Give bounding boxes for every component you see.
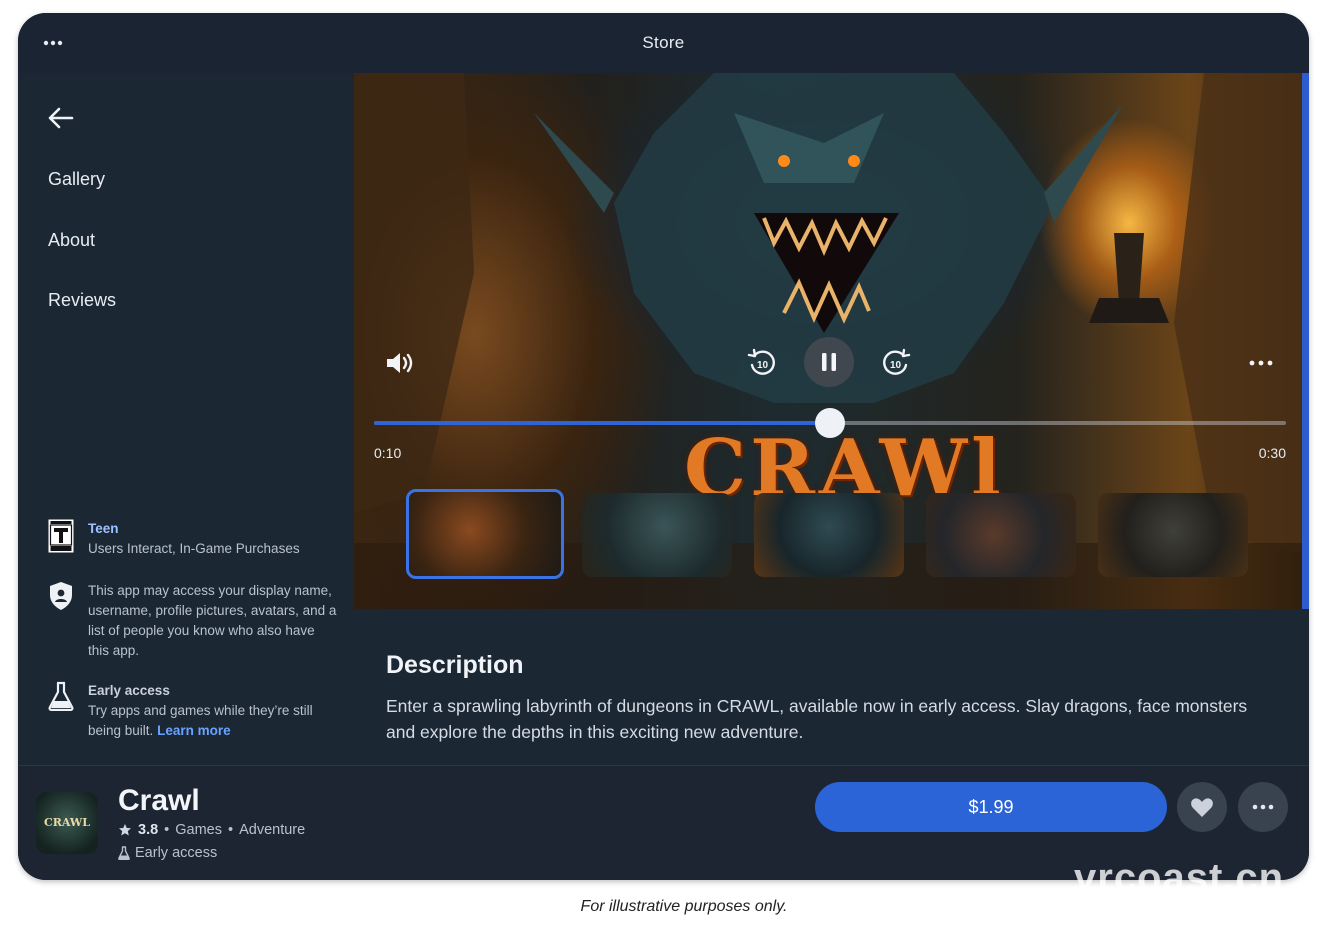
app-status: Early access (118, 845, 217, 861)
description-heading: Description (386, 651, 524, 679)
more-options-button[interactable] (1238, 782, 1288, 832)
video-player[interactable]: CRAWl 10 10 0:10 0:30 (354, 73, 1302, 609)
age-rating-label: Teen (88, 521, 119, 536)
pause-button[interactable] (804, 337, 854, 387)
flask-small-icon (118, 846, 130, 860)
total-time: 0:30 (1258, 445, 1286, 461)
buy-button[interactable]: $1.99 (815, 782, 1167, 832)
app-icon-text: CRAWL (44, 816, 90, 829)
early-access-block: Early access Try apps and games while th… (48, 681, 338, 745)
window-title: Store (642, 33, 685, 52)
gallery-thumbnail[interactable] (1098, 493, 1248, 577)
rewind-10-icon[interactable]: 10 (746, 347, 778, 379)
app-category: Games (175, 822, 222, 838)
rewind-seconds: 10 (757, 360, 769, 371)
meta-separator: • (164, 822, 170, 838)
nav-about[interactable]: About (48, 230, 95, 251)
current-time: 0:10 (374, 445, 402, 461)
app-status-text: Early access (135, 845, 218, 861)
age-rating-detail: Users Interact, In-Game Purchases (88, 541, 300, 556)
shield-icon (48, 581, 76, 613)
app-rating: 3.8 (138, 822, 159, 838)
wishlist-button[interactable] (1177, 782, 1227, 832)
more-icon (1252, 804, 1274, 810)
title-bar: Store (18, 13, 1309, 73)
nav-gallery[interactable]: Gallery (48, 169, 105, 190)
back-arrow-icon[interactable] (46, 103, 80, 137)
forward-10-icon[interactable]: 10 (880, 347, 912, 379)
gallery-thumbnail[interactable] (926, 493, 1076, 577)
app-name: Crawl (118, 784, 200, 817)
nav-reviews[interactable]: Reviews (48, 290, 116, 311)
pause-icon (822, 353, 836, 371)
app-meta: 3.8 • Games • Adventure (118, 822, 305, 838)
sidebar: Gallery About Reviews Teen Users Interac… (18, 73, 354, 765)
learn-more-link[interactable]: Learn more (157, 723, 231, 738)
thumbnail-strip (406, 489, 1248, 581)
gallery-scrollbar[interactable] (1302, 73, 1309, 609)
caption: For illustrative purposes only. (580, 898, 788, 915)
meta-separator: • (228, 822, 234, 838)
privacy-text: This app may access your display name, u… (88, 583, 337, 658)
progress-handle[interactable] (815, 408, 845, 438)
progress-bar[interactable] (374, 408, 1286, 438)
flask-icon (48, 681, 76, 713)
window-menu-icon[interactable] (40, 31, 66, 55)
volume-icon[interactable] (384, 349, 416, 377)
heart-icon (1191, 798, 1213, 817)
gallery-thumbnail[interactable] (754, 493, 904, 577)
store-window: Store Gallery About Reviews Teen Users I… (18, 13, 1309, 880)
gallery-thumbnail[interactable] (582, 493, 732, 577)
gallery-thumbnail[interactable] (406, 489, 564, 579)
description-text: Enter a sprawling labyrinth of dungeons … (386, 696, 1248, 742)
progress-fill (374, 421, 830, 425)
watermark: vrcoast.cn (1074, 856, 1285, 900)
app-genre: Adventure (239, 822, 306, 838)
video-more-icon[interactable] (1244, 351, 1278, 375)
forward-seconds: 10 (890, 360, 902, 371)
early-access-label: Early access (88, 683, 170, 698)
app-icon: CRAWL (36, 792, 98, 854)
esrb-teen-icon (48, 519, 76, 553)
privacy-block: This app may access your display name, u… (48, 581, 338, 665)
star-icon (119, 824, 131, 836)
age-rating-block: Teen Users Interact, In-Game Purchases (48, 519, 338, 563)
